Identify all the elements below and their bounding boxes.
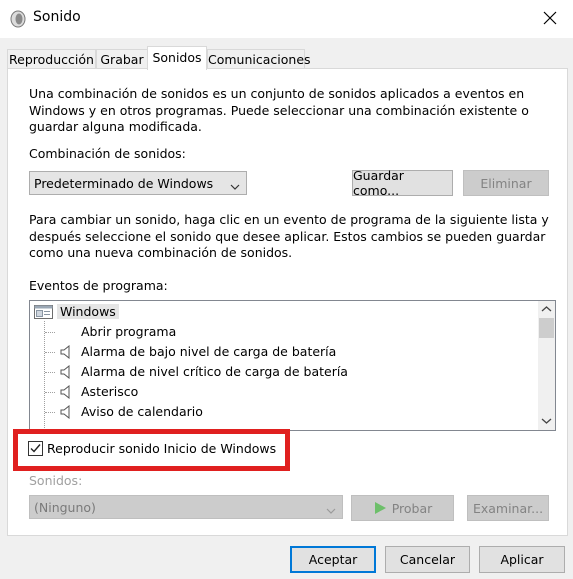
apply-button[interactable]: Aplicar <box>479 546 565 573</box>
tab-reproduccion[interactable]: Reproducción <box>7 49 96 69</box>
chevron-down-icon <box>326 503 336 514</box>
test-button[interactable]: Probar <box>351 495 454 521</box>
tree-branch <box>45 412 55 413</box>
checkmark-icon <box>30 444 41 453</box>
list-group-windows[interactable]: Windows <box>57 304 119 319</box>
speaker-icon <box>9 10 27 28</box>
chevron-down-icon[interactable] <box>541 415 552 426</box>
scheme-value: Predeterminado de Windows <box>34 176 214 191</box>
speaker-icon <box>60 384 72 400</box>
tree-branch <box>45 372 55 373</box>
chevron-up-icon[interactable] <box>541 304 552 315</box>
tab-comunicaciones[interactable]: Comunicaciones <box>207 49 311 69</box>
close-icon <box>543 11 557 28</box>
accept-button[interactable]: Aceptar <box>290 546 376 573</box>
list-item[interactable]: Abrir programa <box>81 324 176 339</box>
tree-branch <box>45 332 55 333</box>
events-label: Eventos de programa: <box>29 278 168 293</box>
play-icon <box>373 501 387 515</box>
startup-sound-label[interactable]: Reproducir sonido Inicio de Windows <box>47 441 276 456</box>
list-item[interactable]: Alarma de nivel crítico de carga de bate… <box>81 364 348 379</box>
test-label: Probar <box>391 500 433 516</box>
window-title: Sonido <box>33 9 81 25</box>
events-list[interactable]: Windows Abrir programa Alarma de bajo ni… <box>29 300 556 431</box>
tree-branch <box>45 392 55 393</box>
events-scrollbar[interactable] <box>538 301 555 430</box>
list-item[interactable]: Aviso de calendario <box>81 404 203 419</box>
speaker-icon <box>60 404 72 420</box>
cancel-button[interactable]: Cancelar <box>385 546 470 573</box>
startup-sound-checkbox[interactable] <box>28 441 43 456</box>
save-as-button[interactable]: Guardar como... <box>352 168 453 198</box>
instructions-text: Para cambiar un sonido, haga clic en un … <box>29 212 549 260</box>
list-item[interactable]: Asterisco <box>81 384 138 399</box>
speaker-icon <box>60 344 72 360</box>
list-item[interactable]: Alarma de bajo nivel de carga de batería <box>81 344 336 359</box>
scheme-select[interactable]: Predeterminado de Windows <box>29 171 247 195</box>
intro-text: Una combinación de sonidos es un conjunt… <box>29 86 529 134</box>
scheme-label: Combinación de sonidos: <box>29 146 186 161</box>
tree-line <box>44 321 45 430</box>
sounds-label: Sonidos: <box>29 473 83 488</box>
window-icon <box>34 305 53 319</box>
sounds-select[interactable]: (Ninguno) <box>29 495 343 519</box>
browse-button[interactable]: Examinar... <box>467 495 549 521</box>
tab-grabar[interactable]: Grabar <box>96 49 148 69</box>
delete-button[interactable]: Eliminar <box>463 170 549 196</box>
sounds-value: (Ninguno) <box>34 500 96 515</box>
tab-sonidos[interactable]: Sonidos <box>147 46 207 70</box>
tree-branch <box>45 352 55 353</box>
scrollbar-thumb[interactable] <box>539 318 554 338</box>
close-button[interactable] <box>527 0 573 38</box>
chevron-down-icon <box>230 179 240 190</box>
speaker-icon <box>60 364 72 380</box>
title-bar: Sonido <box>0 0 573 38</box>
